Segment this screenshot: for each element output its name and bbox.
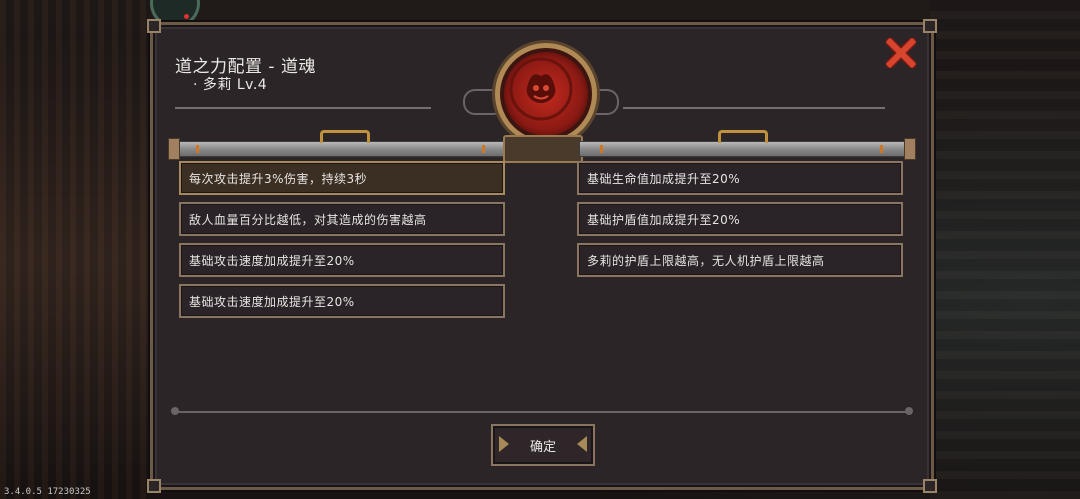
background-left-scenery xyxy=(0,0,150,499)
option-text: 基础生命值加成提升至20% xyxy=(587,171,741,186)
right-option-2[interactable]: 基础护盾值加成提升至20% xyxy=(577,202,903,236)
frame-corner xyxy=(147,479,161,493)
game-screen: 道之力配置 - 道魂 · 多莉 Lv.4 每次攻击提升3%伤害，持续3秒 敌人血… xyxy=(0,0,1080,499)
option-text: 基础护盾值加成提升至20% xyxy=(587,212,741,227)
option-text: 基础攻击速度加成提升至20% xyxy=(189,294,355,309)
confirm-label: 确定 xyxy=(529,439,556,455)
divider-endcap xyxy=(905,407,913,415)
version-label: 3.4.0.5 17230325 xyxy=(4,487,91,497)
left-column-rail xyxy=(168,130,505,160)
tao-power-config-dialog: 道之力配置 - 道魂 · 多莉 Lv.4 每次攻击提升3%伤害，持续3秒 敌人血… xyxy=(147,19,937,493)
character-level: · 多莉 Lv.4 xyxy=(193,77,268,93)
rail-handle xyxy=(320,130,370,143)
red-spirit-emblem-icon xyxy=(495,43,597,145)
right-option-3[interactable]: 多莉的护盾上限越高，无人机护盾上限越高 xyxy=(577,243,903,277)
rail-handle xyxy=(718,130,768,143)
rail-center-clasp xyxy=(503,135,583,163)
option-text: 基础攻击速度加成提升至20% xyxy=(189,253,355,268)
header-divider-right xyxy=(623,107,885,109)
confirm-button[interactable]: 确定 xyxy=(491,424,595,466)
rail-marker xyxy=(482,145,485,153)
frame-corner xyxy=(923,479,937,493)
rail-marker xyxy=(880,145,883,153)
background-right-scenery xyxy=(930,0,1080,499)
option-text: 敌人血量百分比越低，对其造成的伤害越高 xyxy=(189,212,427,227)
left-option-2[interactable]: 敌人血量百分比越低，对其造成的伤害越高 xyxy=(179,202,505,236)
right-option-1[interactable]: 基础生命值加成提升至20% xyxy=(577,161,903,195)
close-x-icon xyxy=(886,38,916,68)
rail-marker xyxy=(196,145,199,153)
header-divider-left xyxy=(175,107,431,109)
frame-corner xyxy=(147,19,161,33)
rail-endcap xyxy=(168,138,180,160)
notification-dot xyxy=(184,14,189,19)
left-option-3[interactable]: 基础攻击速度加成提升至20% xyxy=(179,243,505,277)
left-option-1[interactable]: 每次攻击提升3%伤害，持续3秒 xyxy=(179,161,505,195)
option-text: 每次攻击提升3%伤害，持续3秒 xyxy=(189,171,368,186)
close-button[interactable] xyxy=(883,35,919,71)
option-text: 多莉的护盾上限越高，无人机护盾上限越高 xyxy=(587,253,825,268)
spirit-glyph-icon xyxy=(509,57,573,121)
right-column-rail xyxy=(579,130,916,160)
left-option-4[interactable]: 基础攻击速度加成提升至20% xyxy=(179,284,505,318)
rail-endcap xyxy=(904,138,916,160)
arrow-right-icon xyxy=(499,436,509,452)
bottom-divider xyxy=(175,411,909,413)
rail-marker xyxy=(600,145,603,153)
frame-corner xyxy=(923,19,937,33)
arrow-left-icon xyxy=(577,436,587,452)
